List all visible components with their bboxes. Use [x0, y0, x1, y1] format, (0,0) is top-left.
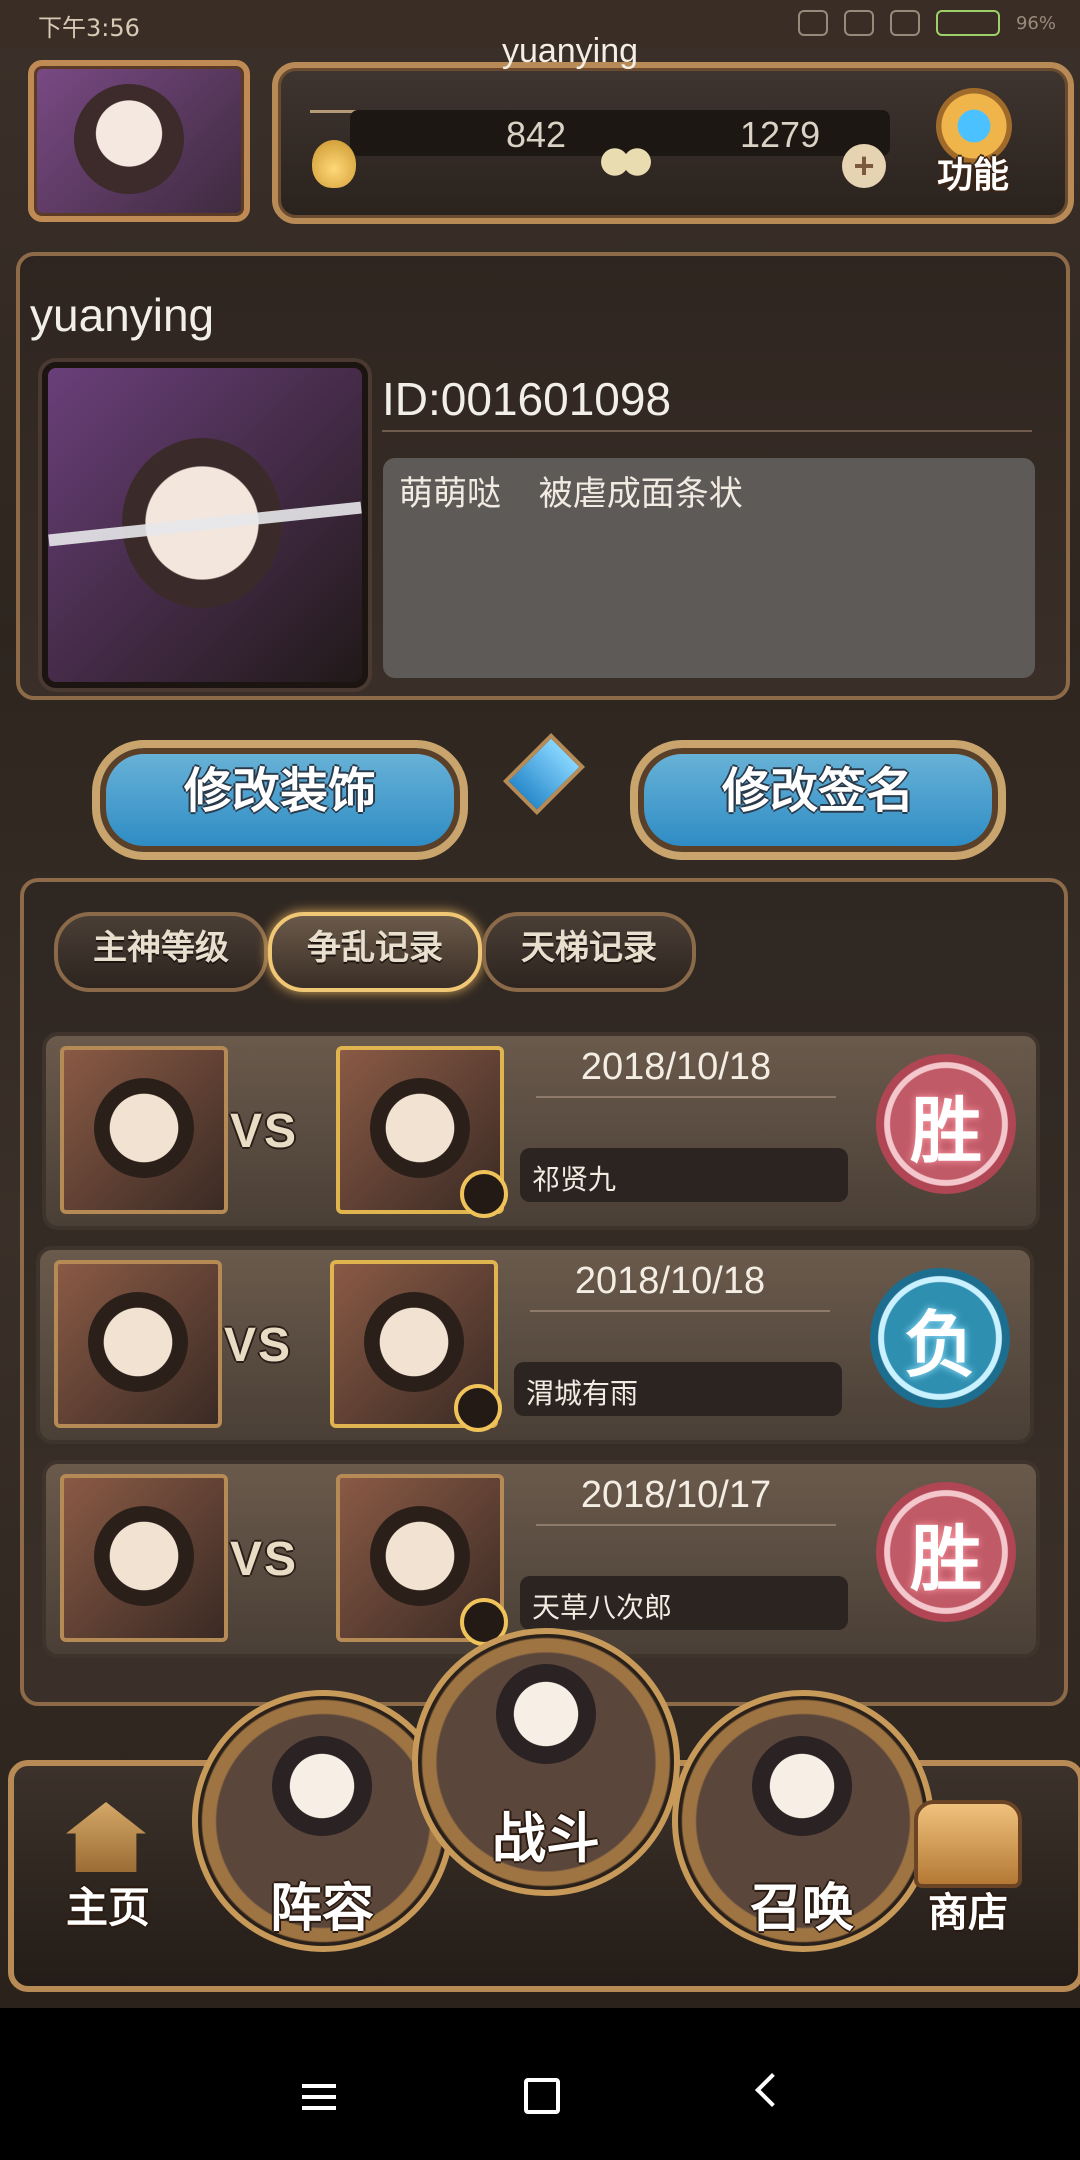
magnify-icon[interactable]	[454, 1384, 502, 1432]
nav-battle-button[interactable]: 战斗	[412, 1628, 680, 1896]
signature-text: 萌萌哒 被虐成面条状	[399, 475, 743, 513]
status-time: 下午3:56	[38, 14, 140, 42]
opponent-name: 祁贤九	[532, 1164, 617, 1195]
opponent-box: 渭城有雨	[514, 1362, 842, 1416]
result-badge-win: 胜	[876, 1054, 1016, 1194]
profile-portrait[interactable]	[42, 362, 368, 688]
opponent-hero-portrait[interactable]	[330, 1260, 502, 1432]
battery-text: 96%	[1015, 12, 1056, 34]
nav-home-label: 主页	[65, 1884, 150, 1931]
player-hero-portrait	[54, 1260, 222, 1428]
home-square-icon[interactable]	[524, 2078, 560, 2114]
tab-battle-records[interactable]: 争乱记录	[268, 912, 482, 992]
function-button[interactable]: 功能	[918, 88, 1028, 198]
signal-icon	[843, 10, 874, 36]
butterfly-icon	[598, 140, 654, 184]
record-date: 2018/10/18	[580, 1046, 772, 1088]
resource-2-value: 1279	[740, 114, 821, 155]
tab-ladder-records[interactable]: 天梯记录	[482, 912, 696, 992]
result-badge-win: 胜	[876, 1482, 1016, 1622]
alarm-icon	[797, 10, 828, 36]
edit-decoration-button[interactable]: 修改装饰	[92, 740, 468, 860]
player-avatar[interactable]	[28, 60, 250, 222]
record-row[interactable]: VS 2018/10/18 祁贤九 胜	[42, 1032, 1040, 1230]
nav-lineup-label: 阵容	[269, 1880, 374, 1938]
menu-icon[interactable]	[302, 2084, 336, 2110]
nav-battle-label: 战斗	[492, 1809, 600, 1869]
chibi-summon-icon	[752, 1736, 852, 1836]
flame-icon	[312, 140, 356, 188]
record-date: 2018/10/17	[580, 1474, 772, 1516]
opponent-name: 渭城有雨	[526, 1378, 639, 1409]
nav-home-button[interactable]: 主页	[48, 1802, 168, 1932]
profile-name: yuanying	[30, 289, 215, 341]
battery-icon	[935, 10, 1000, 36]
nav-shop-label: 商店	[928, 1891, 1008, 1935]
opponent-hero-portrait[interactable]	[336, 1474, 508, 1646]
tab-god-level[interactable]: 主神等级	[54, 912, 268, 992]
hero-face	[370, 1506, 470, 1606]
hero-face	[88, 1292, 188, 1392]
avatar-face	[74, 84, 184, 194]
nav-lineup-button[interactable]: 阵容	[192, 1690, 454, 1952]
vs-label: VS	[230, 1105, 299, 1158]
edit-signature-button[interactable]: 修改签名	[630, 740, 1006, 860]
signature-box: 萌萌哒 被虐成面条状	[383, 458, 1035, 678]
id-divider	[382, 430, 1032, 432]
magnify-icon[interactable]	[460, 1170, 508, 1218]
record-tabs: 主神等级 争乱记录 天梯记录	[54, 912, 696, 992]
record-divider	[536, 1096, 836, 1098]
player-hero-portrait	[60, 1046, 228, 1214]
hero-face	[94, 1506, 194, 1606]
vs-label: VS	[230, 1533, 299, 1586]
hero-face	[370, 1078, 470, 1178]
resource-1-value: 842	[506, 114, 567, 155]
plus-icon[interactable]: +	[842, 144, 886, 188]
record-divider	[530, 1310, 830, 1312]
player-id: ID:001601098	[382, 373, 672, 425]
function-label: 功能	[936, 154, 1009, 195]
chest-icon	[914, 1800, 1022, 1888]
record-divider	[536, 1524, 836, 1526]
opponent-name: 天草八次郎	[532, 1592, 673, 1623]
result-badge-lose: 负	[870, 1268, 1010, 1408]
top-player-name: yuanying	[501, 32, 639, 70]
opponent-hero-portrait[interactable]	[336, 1046, 508, 1218]
opponent-box: 天草八次郎	[520, 1576, 848, 1630]
wifi-icon	[889, 10, 920, 36]
hero-face	[94, 1078, 194, 1178]
record-date: 2018/10/18	[574, 1260, 766, 1302]
chibi-battle-icon	[496, 1664, 596, 1764]
opponent-box: 祁贤九	[520, 1148, 848, 1202]
status-icons: 96%	[797, 10, 1056, 36]
hero-face	[364, 1292, 464, 1392]
player-hero-portrait	[60, 1474, 228, 1642]
chibi-lineup-icon	[272, 1736, 372, 1836]
record-row[interactable]: VS 2018/10/18 渭城有雨 负	[36, 1246, 1034, 1444]
vs-label: VS	[224, 1319, 293, 1372]
nav-shop-button[interactable]: 商店	[898, 1800, 1038, 1940]
home-icon	[66, 1802, 146, 1872]
